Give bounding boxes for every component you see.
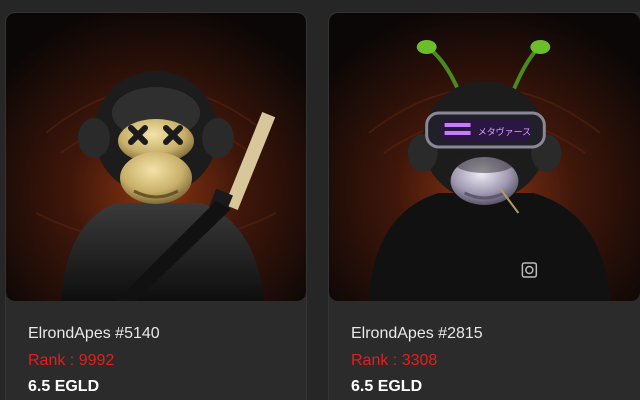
nft-price: 6.5 EGLD <box>28 378 100 395</box>
nft-card[interactable]: メタヴァース ElrondApes #2815 Rank : 3308 6.5 … <box>328 12 640 400</box>
nft-image[interactable] <box>6 13 306 301</box>
nft-rank: Rank : 9992 <box>28 352 115 369</box>
nft-gallery: ElrondApes #5140 Rank : 9992 6.5 EGLD メタ… <box>0 0 640 400</box>
ape-samurai-image <box>6 13 306 301</box>
ape-visor-image: メタヴァース <box>329 13 640 301</box>
nft-name[interactable]: ElrondApes #2815 <box>351 325 483 343</box>
nft-rank: Rank : 3308 <box>351 352 438 369</box>
nft-name[interactable]: ElrondApes #5140 <box>28 325 160 343</box>
nft-price: 6.5 EGLD <box>351 378 423 395</box>
visor-text: メタヴァース <box>478 126 531 138</box>
nft-image[interactable]: メタヴァース <box>329 13 640 301</box>
nft-card[interactable]: ElrondApes #5140 Rank : 9992 6.5 EGLD <box>5 12 307 400</box>
